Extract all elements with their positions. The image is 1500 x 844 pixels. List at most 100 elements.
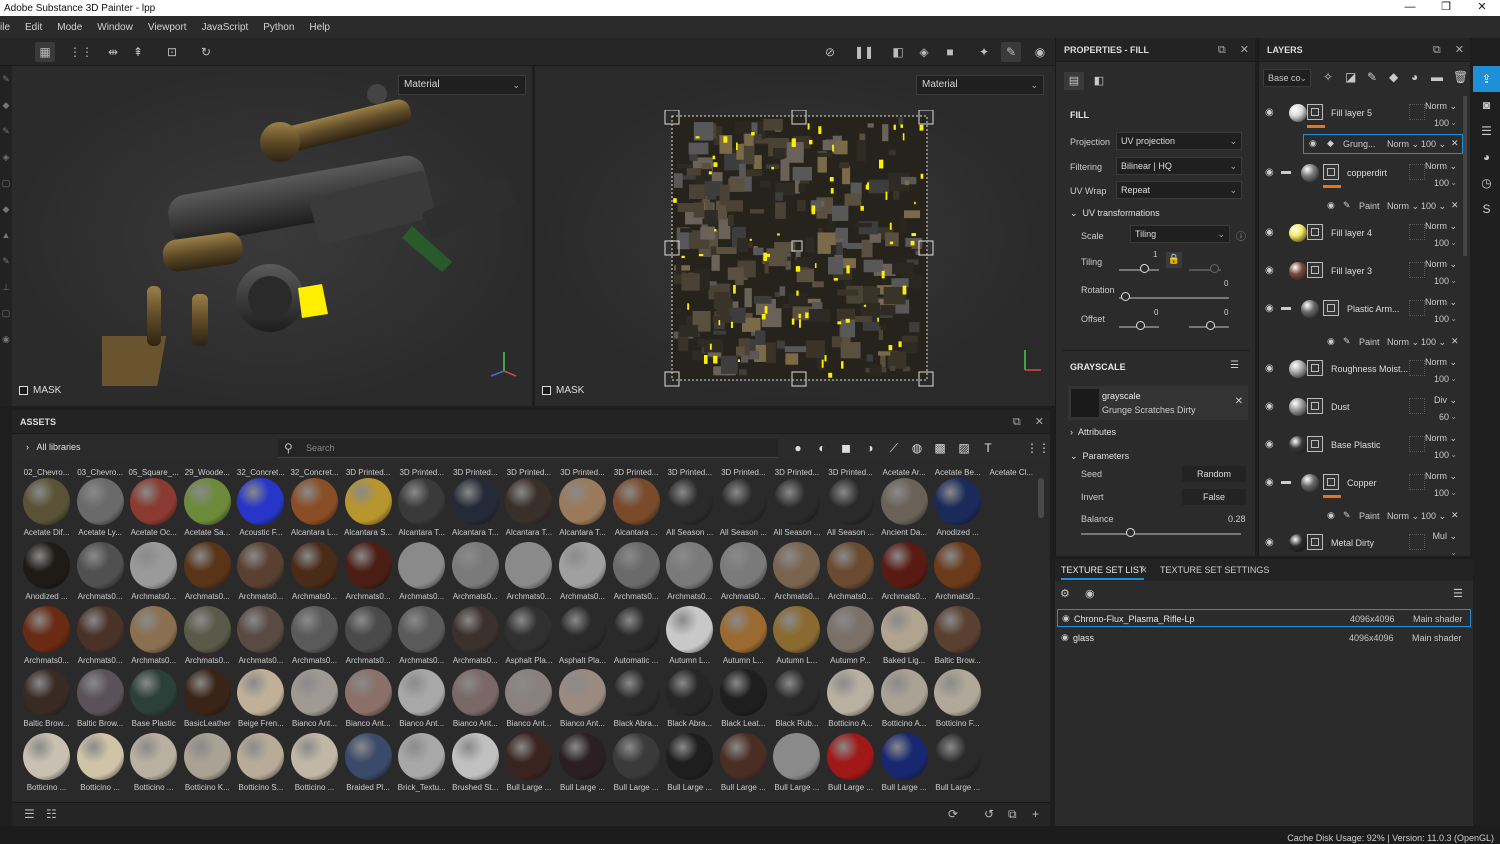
asset-scrollbar[interactable] (1038, 478, 1044, 518)
tile-view-icon[interactable]: ⋮⋮ (69, 42, 93, 62)
menu-javascript[interactable]: JavaScript (196, 22, 258, 33)
add-smart-mask-icon[interactable]: ◕ (1411, 70, 1418, 84)
mask-thumbnail[interactable] (1307, 262, 1323, 278)
remove-effect-icon[interactable]: ✕ (1451, 510, 1459, 521)
offset-x-slider-knob[interactable] (1136, 321, 1145, 330)
offset-x-value[interactable]: 0 (1154, 308, 1158, 317)
blend-mode-select[interactable]: Norm ⌄ (1387, 139, 1419, 150)
video-camera-icon[interactable]: ■ (940, 42, 960, 62)
asset-tile[interactable]: Botticino F... (931, 659, 984, 728)
symmetry-y-icon[interactable]: ⇞ (128, 42, 148, 62)
screenshot-icon[interactable]: ◉ (1030, 42, 1050, 62)
asset-tile[interactable]: Anodized ... (931, 468, 984, 537)
asset-tile[interactable]: Archmats0... (288, 596, 341, 665)
opacity-value[interactable]: 60 (1439, 412, 1449, 422)
grid-size-icon[interactable]: ⋮⋮ (1026, 440, 1050, 456)
mask-thumbnail[interactable] (1323, 164, 1339, 180)
grid-view-icon[interactable]: ▦ (35, 42, 55, 62)
asset-tile[interactable]: Archmats0... (20, 596, 73, 665)
opacity-value[interactable]: 100 (1434, 450, 1449, 460)
mask-thumbnail[interactable] (1307, 398, 1323, 414)
blend-mode-select[interactable]: Norm ⌄ (1387, 201, 1419, 212)
blend-mode-select[interactable]: Norm ⌄ (1425, 297, 1457, 308)
history-icon[interactable]: ◷ (1473, 170, 1500, 196)
remove-effect-icon[interactable]: ✕ (1451, 336, 1459, 347)
balance-slider-knob[interactable] (1126, 528, 1135, 537)
offset-y-slider-knob[interactable] (1206, 321, 1215, 330)
asset-tile[interactable]: Alcantara T... (556, 468, 609, 537)
picker-tool-icon[interactable]: ▲ (0, 222, 12, 248)
refresh-icon[interactable]: ⟳ (948, 807, 958, 821)
visibility-eye-icon[interactable]: ◉ (1265, 439, 1274, 450)
menu-edit[interactable]: Edit (19, 22, 51, 33)
measure-tool-icon[interactable]: ⊥ (0, 274, 12, 300)
tiling-value[interactable]: 1 (1153, 250, 1157, 259)
tiling-v-slider-knob[interactable] (1210, 264, 1219, 273)
asset-tile[interactable]: Autumn P... (824, 596, 877, 665)
remove-resource-icon[interactable]: ✕ (1235, 396, 1243, 407)
effect-row[interactable]: ◉ ✎ Paint Norm ⌄ 100 ⌄ ✕ (1259, 198, 1471, 216)
menu-icon[interactable]: ☰ (1453, 587, 1463, 600)
substance-icon[interactable]: S (1473, 196, 1500, 222)
opacity-chevron-icon[interactable]: ⌄ (1450, 276, 1457, 285)
add-effect-icon[interactable]: ✧ (1323, 70, 1333, 84)
opacity-value[interactable]: 100 ⌄ (1421, 511, 1446, 522)
close-panel-icon[interactable]: ✕ (1455, 44, 1464, 56)
tiling-slider-track[interactable] (1119, 269, 1159, 271)
detail-view-icon[interactable]: ☷ (46, 807, 57, 821)
mask-thumbnail[interactable] (1307, 224, 1323, 240)
lock-icon[interactable]: 🔒 (1166, 252, 1182, 268)
visibility-eye-icon[interactable]: ◉ (1265, 107, 1274, 118)
channel-select-2d[interactable]: Material ⌄ (916, 75, 1044, 95)
asset-tile[interactable]: Archmats0... (610, 532, 663, 601)
clone-tool-icon[interactable]: ◆ (0, 196, 12, 222)
folder-icon[interactable]: ▬ (1281, 166, 1291, 177)
opacity-value[interactable]: 100 ⌄ (1421, 201, 1446, 212)
tab-texture-set-list[interactable]: TEXTURE SET LIST (1061, 565, 1145, 580)
asset-tile[interactable]: Archmats0... (663, 532, 716, 601)
asset-tile[interactable]: Autumn L... (770, 596, 823, 665)
opacity-value[interactable]: 100 (1434, 178, 1449, 188)
visibility-eye-icon[interactable]: ◉ (1265, 401, 1274, 412)
filter-particles-icon[interactable]: ◍ (909, 440, 925, 456)
asset-tile[interactable]: Bull Large ... (931, 723, 984, 792)
asset-tile[interactable]: Ancient Da... (878, 468, 931, 537)
mask-thumbnail[interactable] (1323, 300, 1339, 316)
blend-mode-select[interactable]: Norm ⌄ (1425, 221, 1457, 232)
asset-tile[interactable]: Alcantara ... (610, 468, 663, 537)
remove-effect-icon[interactable]: ✕ (1451, 200, 1459, 211)
asset-tile[interactable]: Archmats0... (449, 532, 502, 601)
visibility-eye-icon[interactable]: ◉ (1265, 303, 1274, 314)
asset-tile[interactable]: Archmats0... (74, 596, 127, 665)
blend-mode-select[interactable]: Norm ⌄ (1425, 101, 1457, 112)
rotation-slider-knob[interactable] (1121, 292, 1130, 301)
asset-tile[interactable]: Anodized ... (20, 532, 73, 601)
asset-tile[interactable]: All Season ... (717, 468, 770, 537)
mask-thumbnail[interactable] (1307, 104, 1323, 120)
asset-tile[interactable]: Botticino ... (74, 723, 127, 792)
path-tool-icon[interactable]: ✎ (0, 248, 12, 274)
history-icon[interactable]: ↺ (984, 807, 994, 821)
asset-tile[interactable]: Botticino A... (878, 659, 931, 728)
asset-tile[interactable]: Archmats0... (234, 532, 287, 601)
asset-tile[interactable]: Archmats0... (342, 596, 395, 665)
asset-tile[interactable]: All Season ... (770, 468, 823, 537)
add-paint-layer-icon[interactable]: ✎ (1367, 70, 1377, 84)
rotation-slider-track[interactable] (1119, 297, 1229, 299)
asset-tile[interactable]: Braided Pl... (342, 723, 395, 792)
asset-tile[interactable]: Archmats0... (395, 532, 448, 601)
opacity-value[interactable]: 100 (1434, 314, 1449, 324)
asset-tile[interactable]: Bull Large ... (610, 723, 663, 792)
asset-tile[interactable]: Alcantara T... (395, 468, 448, 537)
asset-tile[interactable]: Alcantara T... (502, 468, 555, 537)
asset-tile[interactable]: Archmats0... (717, 532, 770, 601)
asset-tile[interactable]: Bull Large ... (717, 723, 770, 792)
tab-texture-set-settings[interactable]: TEXTURE SET SETTINGS (1160, 565, 1269, 575)
close-button[interactable]: ✕ (1464, 0, 1500, 14)
scale-select[interactable]: Tiling ⌄ (1130, 225, 1230, 243)
layer-row[interactable]: ◉ ▬ Plastic Arm... Norm ⌄ 100 ⌄ (1259, 292, 1471, 330)
asset-tile[interactable]: Base Plastic (127, 659, 180, 728)
filter-masks-icon[interactable]: ◼ (838, 440, 854, 456)
undock-icon[interactable]: ⧉ (1013, 416, 1021, 428)
visibility-eye-icon[interactable]: ◉ (1327, 200, 1335, 211)
